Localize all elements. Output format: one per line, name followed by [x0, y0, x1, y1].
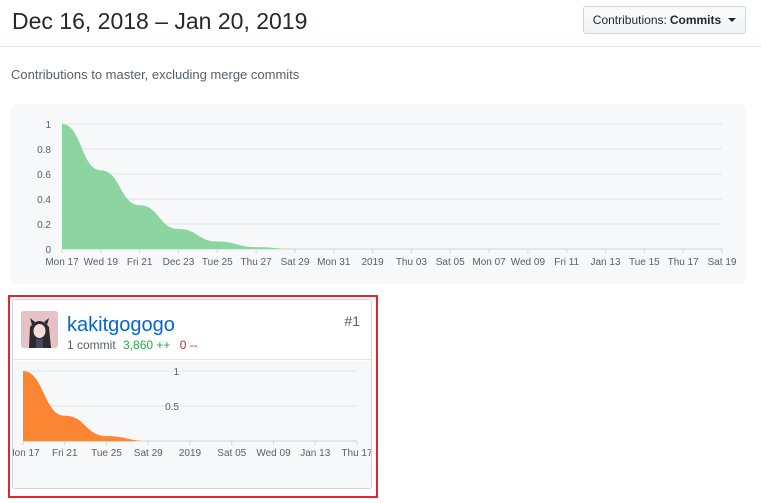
header: Dec 16, 2018 – Jan 20, 2019 Contribution…	[0, 0, 761, 47]
contributions-label: Contributions:	[592, 13, 667, 27]
main-chart-x-tick-label: Mon 07	[472, 257, 506, 268]
main-chart-y-tick-label: 0.4	[37, 195, 51, 206]
main-chart-x-tick-label: Tue 15	[629, 257, 660, 268]
main-chart-x-tick-label: Dec 23	[163, 257, 195, 268]
card-chart-x-tick-label: Fri 21	[52, 448, 78, 459]
main-chart-x-tick-label: Sat 19	[708, 257, 737, 268]
main-chart-x-tick-label: Thu 17	[668, 257, 700, 268]
main-chart-x-tick-label: 2019	[361, 257, 384, 268]
main-chart-x-tick-label: Sat 05	[436, 257, 465, 268]
main-chart-x-tick-label: Jan 13	[591, 257, 621, 268]
main-chart-x-tick-label: Thu 27	[241, 257, 273, 268]
contributions-value: Commits	[669, 13, 722, 27]
main-chart-x-tick-label: Thu 03	[396, 257, 428, 268]
contributor-header: kakitgogogo #1 1 commit 3,860 ++ 0 --	[13, 300, 371, 360]
main-chart-x-tick-label: Wed 09	[511, 257, 546, 268]
main-chart-x-tick-label: Tue 25	[202, 257, 233, 268]
avatar[interactable]	[21, 311, 58, 348]
contributions-type-dropdown[interactable]: Contributions: Commits	[583, 6, 746, 34]
contributor-chart-svg: 0.5 1 Mon 17 Fri 21 Tue 25 Sat 29 2019 Sat 05 We…	[13, 367, 371, 459]
date-range-title: Dec 16, 2018 – Jan 20, 2019	[12, 8, 308, 34]
chevron-down-icon	[728, 18, 737, 22]
main-chart-y-tick-label: 1	[45, 120, 51, 131]
contributor-chart: 0.5 1 Mon 17 Fri 21 Tue 25 Sat 29 2019 Sat 05 We…	[13, 361, 371, 488]
main-chart-y-tick-label: 0.8	[37, 145, 51, 156]
card-chart-x-tick-label: Sat 05	[217, 448, 246, 459]
card-chart-y-tick-label: 0.5	[165, 402, 179, 413]
main-chart-x-tick-label: Wed 19	[84, 257, 119, 268]
contributor-card: kakitgogogo #1 1 commit 3,860 ++ 0 -- 0.…	[12, 299, 372, 489]
commit-count-link[interactable]: 1 commit	[67, 338, 116, 352]
card-chart-x-tick-label: 2019	[179, 448, 202, 459]
main-chart-y-tick-label: 0	[45, 245, 51, 256]
contributor-stats: 1 commit 3,860 ++ 0 --	[67, 338, 198, 352]
card-chart-x-tick-label: Thu 17	[341, 448, 371, 459]
main-chart-y-tick-label: 0.2	[37, 220, 51, 231]
card-chart-x-tick-label: Tue 25	[91, 448, 122, 459]
card-chart-y-tick-label: 1	[173, 367, 179, 378]
main-chart-y-tick-label: 0.6	[37, 170, 51, 181]
main-chart-x-tick-label: Sat 29	[280, 257, 309, 268]
main-chart-x-tick-label: Fri 21	[127, 257, 153, 268]
contributor-username-link[interactable]: kakitgogogo	[67, 314, 175, 337]
main-chart-svg: 0 0.2 0.4 0.6 0.8 1 Mon 17 Wed 19 Fri 21 Dec 23 Tu…	[37, 120, 737, 268]
card-chart-x-tick-label: Mon 17	[13, 448, 40, 459]
card-chart-x-tick-label: Wed 09	[256, 448, 291, 459]
main-chart-x-tick-label: Fri 11	[554, 257, 579, 268]
main-chart-x-tick-label: Mon 31	[317, 257, 351, 268]
deletions-count: 0 --	[179, 338, 198, 352]
additions-count: 3,860 ++	[123, 338, 171, 352]
card-chart-x-tick-label: Sat 29	[134, 448, 163, 459]
main-chart-x-tick-label: Mon 17	[45, 257, 79, 268]
main-contributions-chart: 0 0.2 0.4 0.6 0.8 1 Mon 17 Wed 19 Fri 21 Dec 23 Tu…	[11, 104, 746, 284]
avatar-image	[21, 311, 58, 348]
card-chart-x-tick-label: Jan 13	[300, 448, 330, 459]
contributor-rank: #1	[344, 313, 360, 329]
chart-subtitle: Contributions to master, excluding merge…	[11, 67, 300, 82]
main-chart-series-area	[62, 124, 722, 249]
